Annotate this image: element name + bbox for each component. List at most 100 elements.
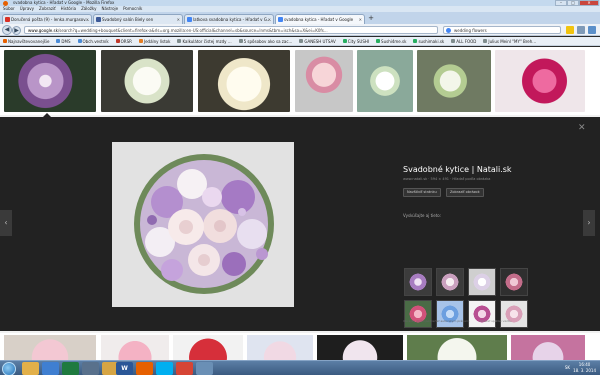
related-image-thumbnail[interactable] <box>500 300 528 328</box>
image-result-thumbnail[interactable] <box>4 50 96 112</box>
word-icon[interactable]: W <box>116 362 133 375</box>
language-indicator[interactable]: SK <box>565 365 570 370</box>
related-image-thumbnail[interactable] <box>468 300 496 328</box>
tab-close-icon[interactable]: ✕ <box>268 15 271 24</box>
bookmark-icon <box>3 39 7 43</box>
view-image-button[interactable]: Zobraziť obrázok <box>446 188 484 197</box>
image-result-thumbnail[interactable] <box>173 335 243 360</box>
tab-mail[interactable]: Doručená pošta (9) - lenka.murgasov... ✕ <box>2 14 92 24</box>
bookmark-icon <box>77 39 82 43</box>
back-button[interactable]: ◀ <box>2 25 12 35</box>
image-result-thumbnail[interactable] <box>295 50 353 112</box>
start-button[interactable] <box>2 361 16 375</box>
explorer-icon[interactable] <box>22 362 39 375</box>
new-tab-button[interactable]: + <box>366 14 376 24</box>
search-bar[interactable]: wedding flowers <box>443 26 561 34</box>
image-results-row <box>0 47 600 115</box>
related-image-thumbnail[interactable] <box>468 268 496 296</box>
image-result-thumbnail[interactable] <box>317 335 403 360</box>
firefox-taskbar-icon[interactable] <box>136 362 153 375</box>
bookmark-item[interactable]: ALL FOOD <box>451 37 476 45</box>
bookmark-item[interactable]: Najnavštevovanejšie <box>3 37 49 45</box>
close-preview-button[interactable]: ✕ <box>578 123 586 133</box>
tab-latkova-search[interactable]: latkova svadobna kytica - Hľadať v G... … <box>184 14 274 24</box>
google-search-icon <box>446 28 451 33</box>
related-image-thumbnail[interactable] <box>500 268 528 296</box>
image-result-thumbnail[interactable] <box>4 335 96 360</box>
send-feedback-link[interactable]: Odoslať spätnú väzbu <box>479 319 512 323</box>
tab-svadobna-search[interactable]: svadobna kytica - Hľadať v Google ✕ <box>275 14 365 24</box>
bookmark-item[interactable]: GANESH UTSAV <box>299 37 336 45</box>
skype-icon[interactable] <box>156 362 173 375</box>
tab-close-icon[interactable]: ✕ <box>177 15 180 24</box>
bookmark-item[interactable]: sushimaki.sk <box>413 37 444 45</box>
search-text: wedding flowers <box>454 28 487 33</box>
image-result-thumbnail[interactable] <box>198 50 290 112</box>
bookmark-item[interactable]: Kalkulátor čistej mzdy ... <box>177 37 232 45</box>
bookmark-item[interactable]: Julius Meinl "MY" Breh... <box>483 37 536 45</box>
chrome-icon[interactable] <box>176 362 193 375</box>
tab-close-icon[interactable]: ✕ <box>359 15 362 24</box>
related-image-thumbnail[interactable] <box>404 268 432 296</box>
gmail-icon <box>5 17 10 22</box>
image-result-thumbnail[interactable] <box>357 50 413 112</box>
next-image-button[interactable]: › <box>583 210 595 236</box>
url-path: /search?q=wedding+bouquet&client=firefox… <box>57 28 328 33</box>
bookmark-item[interactable]: ORSR <box>115 37 132 45</box>
bouquet-image <box>112 142 294 307</box>
preview-footer: Obrázky môžu podliehať autorským právam.… <box>403 319 511 323</box>
windows-taskbar: W SK 16:40 18. 3. 2014 <box>0 360 600 375</box>
bookmark-icon <box>483 39 488 43</box>
bookmark-item[interactable]: DMS <box>56 37 71 45</box>
image-result-thumbnail[interactable] <box>417 50 491 112</box>
google-icon <box>278 17 283 22</box>
system-clock[interactable]: 16:40 18. 3. 2014 <box>573 362 596 374</box>
bookmark-item[interactable]: 5 spôsobov ako sa zac... <box>238 37 292 45</box>
tab-salon[interactable]: Svadobný salón Biely sen ✕ <box>93 14 183 24</box>
home-icon[interactable] <box>577 26 585 34</box>
media-player-icon[interactable] <box>42 362 59 375</box>
image-result-thumbnail[interactable] <box>101 50 193 112</box>
copyright-notice: Obrázky môžu podliehať autorským právam. <box>403 319 470 323</box>
related-image-thumbnail[interactable] <box>436 268 464 296</box>
tab-close-icon[interactable]: ✕ <box>86 15 89 24</box>
download-icon[interactable] <box>588 26 596 34</box>
url-bar[interactable]: www.google.sk/search?q=wedding+bouquet&c… <box>24 26 438 34</box>
calculator-icon[interactable] <box>82 362 99 375</box>
preview-title[interactable]: Svadobné kytice | Natali.sk <box>403 165 512 174</box>
related-image-thumbnail[interactable] <box>436 300 464 328</box>
visit-page-button[interactable]: Navštíviť stránku <box>403 188 441 197</box>
image-result-thumbnail[interactable] <box>247 335 313 360</box>
photos-icon[interactable] <box>196 362 213 375</box>
previous-image-button[interactable]: ‹ <box>0 210 12 236</box>
bookmarks-bar: Najnavštevovanejšie DMS Obch.vestník ORS… <box>0 37 600 46</box>
bookmark-icon <box>138 39 143 43</box>
tab-label: Doručená pošta (9) - lenka.murgasov... <box>11 17 90 22</box>
preview-image[interactable] <box>112 142 294 307</box>
bookmark-star-icon[interactable] <box>566 26 574 34</box>
image-result-thumbnail[interactable] <box>407 335 507 360</box>
bookmark-item[interactable]: Sushi4me.sk <box>376 37 406 45</box>
excel-icon[interactable] <box>62 362 79 375</box>
bookmark-item[interactable]: City SUSHI <box>342 37 369 45</box>
image-result-thumbnail[interactable] <box>101 335 169 360</box>
image-results-row-bottom <box>0 333 600 360</box>
tab-label: Svadobný salón Biely sen <box>102 17 154 22</box>
image-result-thumbnail[interactable] <box>495 50 585 112</box>
screen: svadobna kytica - Hľadať v Google - Mozi… <box>0 0 600 375</box>
bookmark-icon <box>56 39 61 43</box>
bookmark-icon <box>238 39 243 43</box>
forward-button[interactable]: ▶ <box>12 25 21 35</box>
preview-subtitle: www.natali.sk · 594 × 491 · Hľadať podľa… <box>403 177 491 181</box>
bookmark-icon <box>115 39 120 43</box>
bookmark-icon <box>299 39 304 43</box>
image-result-thumbnail[interactable] <box>511 335 585 360</box>
related-images-label: Vyskúšajte aj tieto: <box>403 213 442 218</box>
bookmark-item[interactable]: Jedálny lístok <box>138 37 170 45</box>
facebook-icon <box>96 17 101 22</box>
related-image-thumbnail[interactable] <box>404 300 432 328</box>
bookmark-icon <box>376 39 381 43</box>
bookmark-icon <box>413 39 418 43</box>
bookmark-item[interactable]: Obch.vestník <box>77 37 109 45</box>
url-host: www.google.sk <box>28 28 58 33</box>
